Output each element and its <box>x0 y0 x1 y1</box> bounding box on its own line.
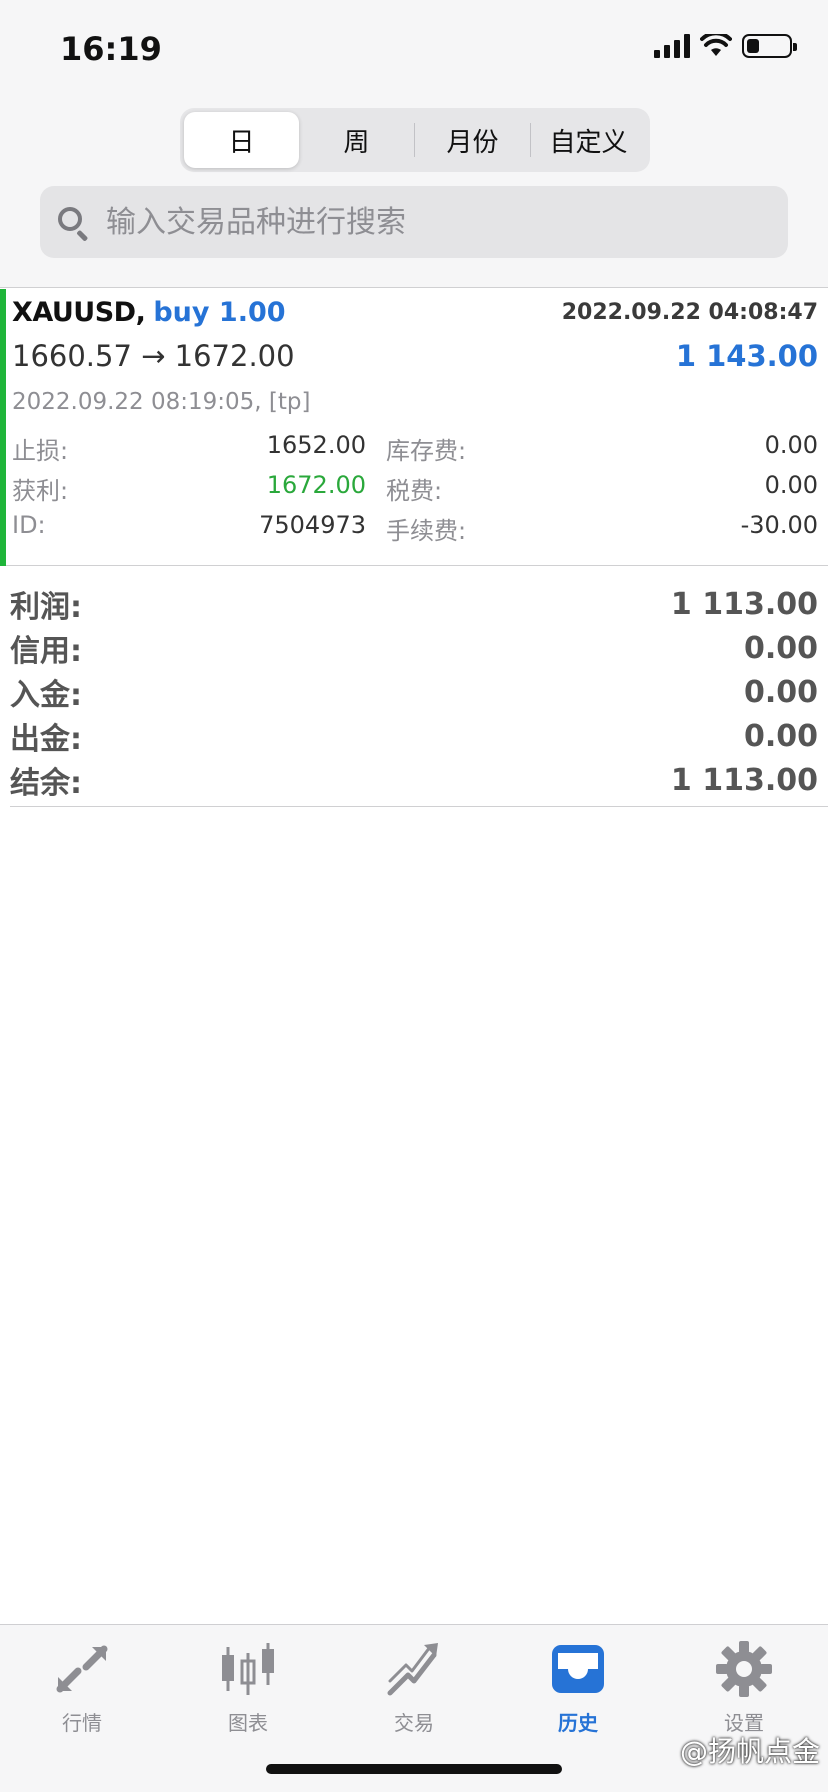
segment-custom[interactable]: 自定义 <box>531 112 646 168</box>
tab-label: 图表 <box>228 1711 268 1735</box>
summary-label: 信用: <box>10 634 82 669</box>
tab-trade[interactable]: 交易 <box>354 1639 474 1736</box>
home-indicator <box>266 1764 562 1774</box>
segment-day[interactable]: 日 <box>184 112 299 168</box>
candlestick-chart-icon <box>222 1643 274 1695</box>
account-summary: 利润: 1 113.00 信用: 0.00 入金: 0.00 出金: 0.00 … <box>10 582 818 802</box>
gear-icon <box>716 1641 772 1697</box>
wifi-icon <box>700 34 732 56</box>
trade-side-volume: buy 1.00 <box>153 297 286 328</box>
search-icon <box>56 205 90 242</box>
summary-row-withdrawal: 出金: 0.00 <box>10 714 818 758</box>
tab-charts[interactable]: 图表 <box>188 1639 308 1736</box>
trade-close-row: 2022.09.22 08:19:05, [tp] <box>12 389 818 415</box>
header-area: 16:19 日 周 月份 自定义 <box>0 0 828 288</box>
watermark: @扬帆点金 <box>679 1735 820 1768</box>
status-time: 16:19 <box>60 30 162 68</box>
summary-label: 出金: <box>10 722 82 757</box>
summary-row-credit: 信用: 0.00 <box>10 626 818 670</box>
trade-detail-row: 获利: 1672.00 税费: 0.00 <box>12 471 828 506</box>
take-profit-label: 获利: <box>12 477 69 505</box>
summary-divider <box>10 806 828 807</box>
summary-row-deposit: 入金: 0.00 <box>10 670 818 714</box>
summary-label: 结余: <box>10 766 82 801</box>
position-indicator-bar <box>0 289 6 566</box>
tab-label: 历史 <box>558 1711 598 1735</box>
search-bar[interactable] <box>40 186 788 258</box>
summary-label: 入金: <box>10 678 82 713</box>
trade-symbol: XAUUSD, <box>12 297 146 328</box>
swap-label: 库存费: <box>386 437 467 465</box>
trade-profit: 1 143.00 <box>675 339 818 373</box>
trade-trend-icon <box>387 1643 438 1696</box>
tax-value: 0.00 <box>764 471 818 499</box>
tab-quotes[interactable]: 行情 <box>22 1639 142 1736</box>
trade-detail-row: 止损: 1652.00 库存费: 0.00 <box>12 431 828 466</box>
tab-label: 交易 <box>394 1711 434 1735</box>
battery-icon <box>742 34 797 58</box>
order-id-value: 7504973 <box>259 511 366 539</box>
quotes-arrows-icon <box>56 1645 108 1693</box>
tab-label: 行情 <box>62 1711 102 1735</box>
status-icons <box>654 34 797 58</box>
take-profit-value: 1672.00 <box>266 471 366 499</box>
trade-close-info: 2022.09.22 08:19:05, [tp] <box>12 389 311 415</box>
commission-value: -30.00 <box>740 511 818 539</box>
cellular-signal-icon <box>654 34 690 58</box>
trade-header-row: XAUUSD, buy 1.00 2022.09.22 04:08:47 <box>12 297 818 328</box>
history-screen: 16:19 日 周 月份 自定义 输入交易品种进行搜索 XAUUSD, buy … <box>0 0 828 1792</box>
summary-label: 利润: <box>10 590 82 625</box>
order-id-label: ID: <box>12 511 46 539</box>
history-inbox-icon <box>552 1645 604 1693</box>
summary-row-balance: 结余: 1 113.00 <box>10 758 818 802</box>
trade-price-row: 1660.57 → 1672.00 1 143.00 <box>12 339 818 373</box>
summary-value: 0.00 <box>743 630 818 666</box>
search-input[interactable] <box>106 204 746 240</box>
trade-history-item[interactable]: XAUUSD, buy 1.00 2022.09.22 04:08:47 1660… <box>0 289 828 566</box>
trade-prices: 1660.57 → 1672.00 <box>12 339 295 373</box>
summary-value: 0.00 <box>743 718 818 754</box>
summary-value: 0.00 <box>743 674 818 710</box>
stop-loss-label: 止损: <box>12 437 69 465</box>
commission-label: 手续费: <box>386 517 467 545</box>
summary-value: 1 113.00 <box>670 586 818 622</box>
trade-open-time: 2022.09.22 04:08:47 <box>561 300 818 325</box>
summary-row-profit: 利润: 1 113.00 <box>10 582 818 626</box>
swap-value: 0.00 <box>764 431 818 459</box>
segment-month[interactable]: 月份 <box>415 112 530 168</box>
tab-history[interactable]: 历史 <box>518 1639 638 1736</box>
summary-value: 1 113.00 <box>670 762 818 798</box>
trade-detail-row: ID: 7504973 手续费: -30.00 <box>12 511 828 546</box>
tax-label: 税费: <box>386 477 443 505</box>
period-segmented-control: 日 周 月份 自定义 <box>180 108 650 172</box>
segment-week[interactable]: 周 <box>299 112 414 168</box>
stop-loss-value: 1652.00 <box>266 431 366 459</box>
tab-settings[interactable]: 设置 <box>684 1639 804 1736</box>
